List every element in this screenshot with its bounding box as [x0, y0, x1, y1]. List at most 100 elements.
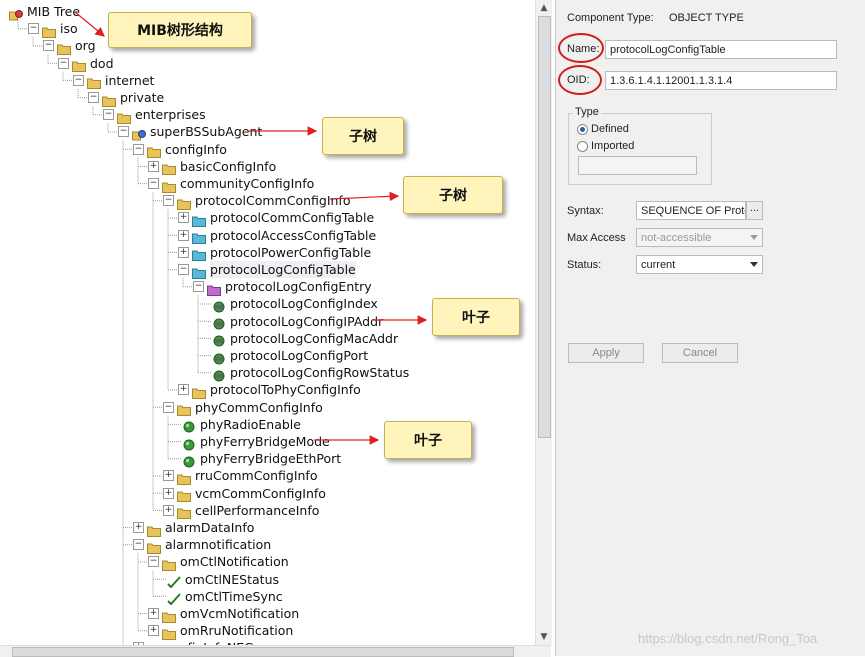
- cancel-button[interactable]: Cancel: [662, 343, 738, 363]
- tree-node[interactable]: + basicConfigInfo: [148, 158, 276, 176]
- tree-node-label: omVcmNotification: [180, 606, 300, 621]
- tree-node[interactable]: − iso: [28, 20, 78, 38]
- collapse-toggle-icon[interactable]: −: [148, 556, 159, 568]
- tree-node[interactable]: omCtlTimeSync: [167, 588, 283, 606]
- max-access-label: Max Access: [567, 232, 626, 244]
- expand-toggle-icon[interactable]: +: [178, 246, 189, 258]
- tree-node[interactable]: phyFerryBridgeMode: [182, 433, 330, 450]
- type-defined-label: Defined: [591, 123, 629, 135]
- collapse-toggle-icon[interactable]: −: [28, 23, 39, 35]
- collapse-toggle-icon[interactable]: −: [43, 40, 54, 52]
- name-field[interactable]: protocolLogConfigTable: [605, 40, 837, 59]
- tree-node[interactable]: + cellPerformanceInfo: [163, 502, 319, 520]
- tree-node[interactable]: + rruCommConfigInfo: [163, 467, 318, 485]
- tree-node-label: configInfo: [165, 141, 227, 157]
- status-select[interactable]: current: [636, 255, 763, 274]
- tree-node-label: omCtlTimeSync: [185, 588, 283, 604]
- expand-toggle-icon[interactable]: +: [178, 384, 189, 396]
- collapse-toggle-icon[interactable]: −: [73, 74, 84, 86]
- tree-node-label: alarmnotification: [165, 537, 272, 553]
- tree-node[interactable]: − enterprises: [103, 106, 206, 124]
- tree-node[interactable]: − alarmnotification: [133, 536, 272, 554]
- expand-toggle-icon[interactable]: +: [163, 504, 174, 516]
- tree-node[interactable]: − superBSSubAgent: [118, 123, 262, 141]
- expand-toggle-icon[interactable]: +: [133, 522, 144, 533]
- tree-node-label: iso: [60, 21, 78, 37]
- expand-toggle-icon[interactable]: +: [148, 160, 159, 172]
- tree-node[interactable]: − protocolLogConfigTable: [178, 261, 356, 279]
- tree-node[interactable]: − omCtlNotification: [148, 553, 289, 571]
- folder-icon: [147, 522, 161, 537]
- tree-node-label: enterprises: [135, 107, 206, 123]
- chevron-down-icon: [750, 262, 758, 267]
- scroll-thumb[interactable]: [538, 16, 551, 438]
- syntax-field[interactable]: SEQUENCE OF Protoc: [636, 201, 746, 220]
- tree-node[interactable]: protocolLogConfigRowStatus: [212, 364, 410, 382]
- expand-toggle-icon[interactable]: +: [163, 470, 174, 482]
- tree-node[interactable]: + omRruNotification: [148, 622, 293, 640]
- tree-node-label: org: [75, 38, 96, 54]
- tree-node[interactable]: omCtlNEStatus: [167, 571, 279, 589]
- tree-node[interactable]: phyRadioEnable: [182, 416, 301, 433]
- tree-node[interactable]: − org: [43, 37, 96, 55]
- tree-node[interactable]: protocolLogConfigIPAddr: [212, 313, 383, 330]
- leaf-scalar-icon: [182, 436, 196, 450]
- tree-node-label: rruCommConfigInfo: [195, 468, 318, 484]
- folder-icon: [42, 23, 56, 38]
- tree-node[interactable]: + protocolCommConfigTable: [178, 209, 374, 227]
- type-defined-radio[interactable]: [577, 124, 588, 135]
- collapse-toggle-icon[interactable]: −: [58, 57, 69, 69]
- tree-horizontal-scrollbar[interactable]: [0, 645, 551, 657]
- collapse-toggle-icon[interactable]: −: [133, 539, 144, 551]
- collapse-toggle-icon[interactable]: −: [148, 178, 159, 189]
- expand-toggle-icon[interactable]: +: [148, 625, 159, 637]
- tree-vertical-scrollbar[interactable]: ▲ ▼: [535, 0, 552, 645]
- tree-node[interactable]: − private: [88, 89, 164, 107]
- collapse-toggle-icon[interactable]: −: [163, 195, 174, 207]
- tree-node[interactable]: protocolLogConfigIndex: [212, 295, 378, 313]
- expand-toggle-icon[interactable]: +: [163, 487, 174, 499]
- tree-node[interactable]: + protocolToPhyConfigInfo: [178, 381, 361, 399]
- tree-node[interactable]: − phyCommConfigInfo: [163, 399, 323, 417]
- folder-icon: [162, 160, 176, 176]
- watermark: https://blog.csdn.net/Rong_Toa: [638, 631, 818, 646]
- tree-node[interactable]: − internet: [73, 72, 154, 90]
- component-type-value: OBJECT TYPE: [669, 12, 744, 24]
- collapse-toggle-icon[interactable]: −: [193, 281, 204, 293]
- collapse-toggle-icon[interactable]: −: [88, 92, 99, 103]
- collapse-toggle-icon[interactable]: −: [133, 143, 144, 155]
- tree-node[interactable]: phyFerryBridgeEthPort: [182, 450, 341, 468]
- type-imported-radio[interactable]: [577, 141, 588, 152]
- tree-node[interactable]: + protocolAccessConfigTable: [178, 227, 376, 245]
- scroll-down-arrow-icon[interactable]: ▼: [536, 629, 552, 645]
- oid-field[interactable]: 1.3.6.1.4.1.12001.1.3.1.4: [605, 71, 837, 90]
- collapse-toggle-icon[interactable]: −: [163, 401, 174, 413]
- folder-icon: [57, 40, 71, 55]
- entry-icon: [207, 281, 221, 296]
- tree-node[interactable]: − configInfo: [133, 141, 227, 159]
- expand-toggle-icon[interactable]: +: [178, 229, 189, 241]
- expand-toggle-icon[interactable]: +: [178, 212, 189, 224]
- collapse-toggle-icon[interactable]: −: [118, 126, 129, 138]
- tree-node[interactable]: + protocolPowerConfigTable: [178, 244, 371, 262]
- folder-icon: [162, 178, 176, 193]
- tree-node[interactable]: + alarmDataInfo: [133, 519, 254, 537]
- tree-node[interactable]: − protocolLogConfigEntry: [193, 278, 372, 296]
- tree-node[interactable]: + omVcmNotification: [148, 605, 300, 623]
- tree-node[interactable]: − communityConfigInfo: [148, 175, 314, 193]
- scroll-up-arrow-icon[interactable]: ▲: [536, 0, 552, 16]
- tree-node[interactable]: MIB Tree: [9, 3, 80, 20]
- tree-node[interactable]: + vcmCommConfigInfo: [163, 485, 326, 503]
- tree-node[interactable]: protocolLogConfigPort: [212, 347, 368, 364]
- tree-node-label: protocolLogConfigRowStatus: [230, 365, 410, 381]
- collapse-toggle-icon[interactable]: −: [178, 264, 189, 275]
- chevron-down-icon: [750, 235, 758, 240]
- status-value: current: [641, 259, 676, 271]
- collapse-toggle-icon[interactable]: −: [103, 109, 114, 121]
- tree-node[interactable]: − dod: [58, 55, 114, 73]
- syntax-browse-button[interactable]: ...: [746, 201, 763, 220]
- apply-button[interactable]: Apply: [568, 343, 644, 363]
- expand-toggle-icon[interactable]: +: [148, 608, 159, 619]
- tree-node[interactable]: protocolLogConfigMacAddr: [212, 330, 398, 347]
- tree-node[interactable]: − protocolCommConfigInfo: [163, 192, 350, 210]
